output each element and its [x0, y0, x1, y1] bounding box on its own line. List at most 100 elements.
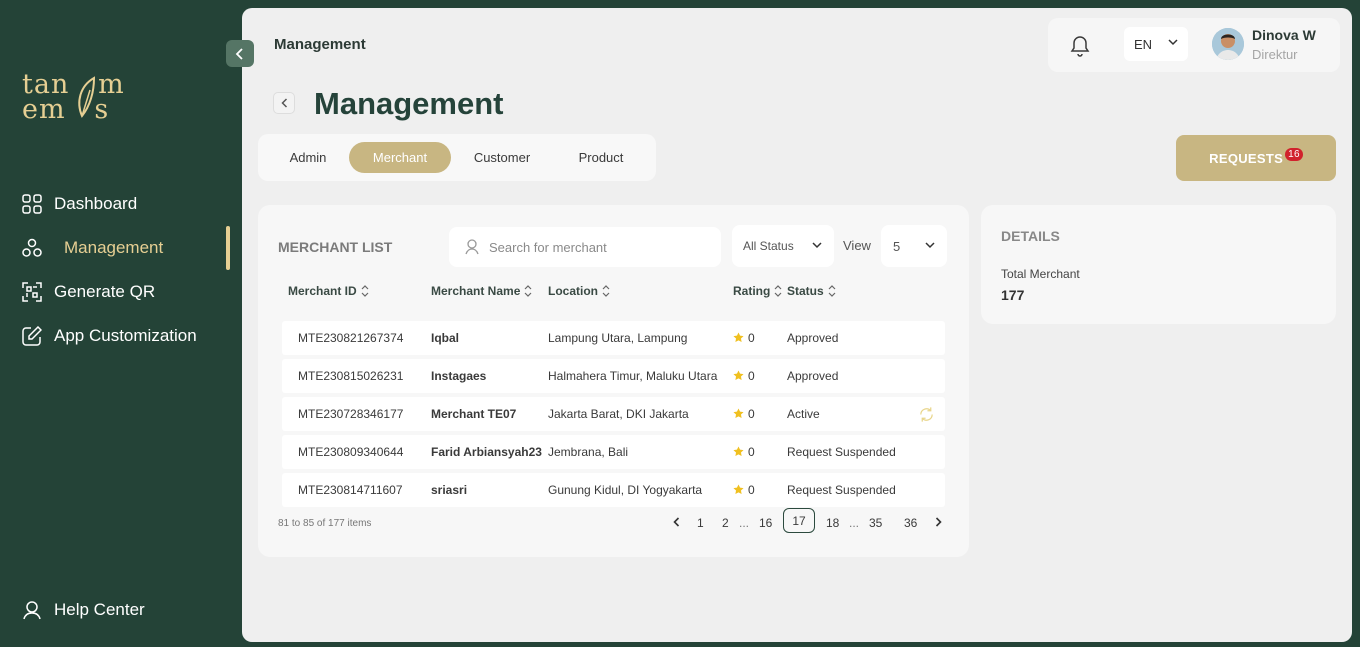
total-merchant-label: Total Merchant — [1001, 267, 1080, 281]
user-name: Dinova W — [1252, 27, 1316, 43]
sidebar-item-dashboard[interactable]: Dashboard — [0, 182, 230, 226]
sidebar-item-label: Generate QR — [54, 282, 156, 301]
breadcrumb: Management — [274, 36, 366, 53]
requests-button[interactable]: REQUESTS 16 — [1176, 135, 1336, 181]
page-button[interactable]: 36 — [904, 516, 917, 530]
merchant-location: Jakarta Barat, DKI Jakarta — [548, 407, 689, 421]
sidebar-item-app-customization[interactable]: App Customization — [0, 314, 230, 358]
merchant-location: Gunung Kidul, DI Yogyakarta — [548, 483, 703, 497]
page-ellipsis: ... — [739, 516, 750, 530]
notification-bell-icon[interactable] — [1070, 35, 1090, 62]
merchant-status: Approved — [787, 369, 839, 383]
merchant-id: MTE230821267374 — [298, 331, 404, 345]
star-icon — [733, 484, 744, 494]
qr-icon — [22, 282, 42, 302]
back-button[interactable] — [273, 92, 295, 114]
chevron-right-icon — [935, 517, 942, 527]
merchant-name: Iqbal — [431, 331, 460, 345]
merchant-rating: 0 — [748, 407, 755, 421]
chevron-down-icon — [812, 242, 822, 249]
page-button[interactable]: 18 — [826, 516, 839, 530]
page-ellipsis: ... — [849, 516, 860, 530]
tab-merchant[interactable]: Merchant — [349, 142, 451, 173]
requests-count-badge: 16 — [1285, 147, 1303, 161]
table-row[interactable]: MTE230815026231 Instagaes Halmahera Timu… — [282, 359, 945, 393]
page-button[interactable]: 16 — [759, 516, 772, 530]
sidebar-item-management[interactable]: Management — [0, 226, 230, 270]
sync-icon[interactable] — [918, 406, 935, 423]
merchant-rating: 0 — [748, 331, 755, 345]
merchant-rating: 0 — [748, 445, 755, 459]
sort-icon — [524, 285, 532, 297]
search-input[interactable]: Search for merchant — [449, 227, 721, 267]
star-icon — [733, 446, 744, 456]
page-button[interactable]: 2 — [722, 516, 729, 530]
collapse-sidebar-button[interactable] — [226, 40, 254, 67]
sidebar-item-generate-qr[interactable]: Generate QR — [0, 270, 230, 314]
details-card: DETAILS Total Merchant 177 — [981, 205, 1336, 324]
grid-icon — [22, 194, 42, 214]
merchant-id: MTE230809340644 — [298, 445, 404, 459]
column-header-location[interactable]: Location — [548, 284, 610, 298]
column-header-merchant-id[interactable]: Merchant ID — [288, 284, 369, 298]
avatar[interactable] — [1212, 28, 1244, 60]
star-icon — [733, 408, 744, 418]
nodes-icon — [22, 238, 42, 258]
prev-page-button[interactable] — [673, 516, 680, 530]
page-button[interactable]: 35 — [869, 516, 882, 530]
sidebar-item-label: Dashboard — [54, 194, 138, 213]
status-filter-select[interactable]: All Status — [732, 225, 834, 267]
tab-bar: Admin Merchant Customer Product — [258, 134, 656, 181]
merchant-name: Farid Arbiansyah23 — [431, 445, 542, 459]
merchant-rating: 0 — [748, 483, 755, 497]
sidebar: tan m em s Dashboard Management Generate … — [0, 0, 242, 647]
language-value: EN — [1134, 36, 1153, 52]
language-select[interactable]: EN — [1124, 27, 1188, 61]
view-label: View — [843, 238, 871, 253]
table-row[interactable]: MTE230821267374 Iqbal Lampung Utara, Lam… — [282, 321, 945, 355]
merchant-id: MTE230728346177 — [298, 407, 404, 421]
chevron-left-icon — [673, 517, 680, 527]
merchant-location: Halmahera Timur, Maluku Utara — [548, 369, 718, 383]
star-icon — [733, 370, 744, 380]
view-count-value: 5 — [893, 238, 901, 254]
help-center-link[interactable]: Help Center — [0, 588, 230, 632]
sort-icon — [774, 285, 782, 297]
column-header-status[interactable]: Status — [787, 284, 836, 298]
merchant-location: Lampung Utara, Lampung — [548, 331, 688, 345]
chevron-left-icon — [280, 98, 287, 108]
current-page-button[interactable]: 17 — [783, 508, 815, 533]
page-button[interactable]: 1 — [697, 516, 704, 530]
help-center-label: Help Center — [54, 600, 145, 619]
view-count-select[interactable]: 5 — [881, 225, 947, 267]
chevron-left-icon — [235, 47, 243, 60]
star-icon — [733, 332, 744, 342]
brand-logo: tan m em s — [22, 69, 125, 125]
pagination-info: 81 to 85 of 177 items — [278, 518, 372, 529]
details-title: DETAILS — [1001, 228, 1060, 244]
table-row[interactable]: MTE230814711607 sriasri Gunung Kidul, DI… — [282, 473, 945, 507]
tab-customer[interactable]: Customer — [459, 142, 545, 173]
user-toolbar: EN Dinova W Direktur — [1048, 18, 1340, 72]
edit-icon — [22, 326, 42, 346]
next-page-button[interactable] — [935, 516, 942, 530]
user-role: Direktur — [1252, 47, 1298, 62]
status-filter-value: All Status — [743, 239, 794, 253]
table-row[interactable]: MTE230809340644 Farid Arbiansyah23 Jembr… — [282, 435, 945, 469]
sort-icon — [602, 285, 610, 297]
chevron-down-icon — [1168, 39, 1178, 46]
column-header-rating[interactable]: Rating — [733, 284, 782, 298]
merchant-list-title: MERCHANT LIST — [278, 239, 393, 255]
table-row[interactable]: MTE230728346177 Merchant TE07 Jakarta Ba… — [282, 397, 945, 431]
merchant-location: Jembrana, Bali — [548, 445, 629, 459]
merchant-status: Active — [787, 407, 820, 421]
column-header-merchant-name[interactable]: Merchant Name — [431, 284, 532, 298]
tab-product[interactable]: Product — [561, 142, 641, 173]
sidebar-item-label: Management — [64, 238, 164, 257]
merchant-list-card: MERCHANT LIST Search for merchant All St… — [258, 205, 969, 557]
tab-admin[interactable]: Admin — [275, 142, 341, 173]
search-placeholder: Search for merchant — [489, 239, 607, 255]
merchant-status: Request Suspended — [787, 445, 896, 459]
leaf-icon — [78, 76, 96, 118]
user-help-icon — [22, 600, 42, 620]
